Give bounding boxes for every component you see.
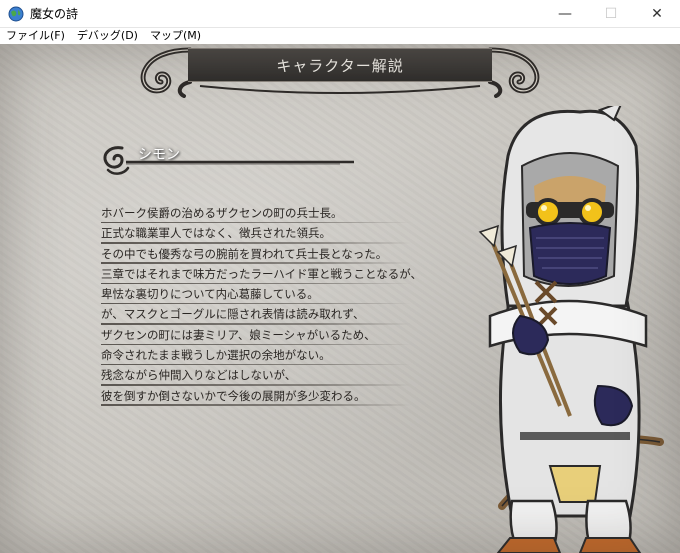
close-button[interactable]: ✕ bbox=[634, 0, 680, 28]
description-line: 卑怯な裏切りについて内心葛藤している。 bbox=[101, 285, 441, 305]
description-line: ザクセンの町には妻ミリア、娘ミーシャがいるため、 bbox=[101, 326, 441, 346]
globe-icon bbox=[8, 6, 24, 21]
window-titlebar[interactable]: 魔女の詩 — ☐ ✕ bbox=[0, 0, 680, 28]
character-name-header: シモン bbox=[100, 140, 360, 180]
maximize-button[interactable]: ☐ bbox=[588, 0, 634, 28]
description-line: 三章ではそれまで味方だったラーハイド軍と戦うことなるが、 bbox=[101, 265, 441, 285]
menu-bar: ファイル(F) デバッグ(D) マップ(M) bbox=[0, 28, 680, 44]
menu-file[interactable]: ファイル(F) bbox=[0, 28, 71, 44]
banner-title: キャラクター解説 bbox=[276, 56, 404, 75]
character-portrait bbox=[478, 106, 664, 553]
description-line: 残念ながら仲間入りなどはしないが、 bbox=[101, 366, 441, 386]
description-line: が、マスクとゴーグルに隠され表情は読み取れず、 bbox=[101, 305, 441, 326]
description-line: 正式な職業軍人ではなく、徴兵された領兵。 bbox=[101, 224, 441, 244]
window-controls: — ☐ ✕ bbox=[542, 0, 680, 28]
window-title: 魔女の詩 bbox=[30, 7, 79, 21]
character-description: ホバーク侯爵の治めるザクセンの町の兵士長。 正式な職業軍人ではなく、徴兵された領… bbox=[101, 204, 441, 407]
game-screen[interactable]: キャラクター解説 シモン ホバーク侯爵の治めるザクセンの町の兵士長。 正式な職業… bbox=[0, 44, 680, 553]
header-banner: キャラクター解説 bbox=[140, 44, 540, 98]
description-line: 命令されたまま戦うしか選択の余地がない。 bbox=[101, 346, 441, 366]
minimize-button[interactable]: — bbox=[542, 0, 588, 28]
description-line: ホバーク侯爵の治めるザクセンの町の兵士長。 bbox=[101, 204, 441, 224]
menu-debug[interactable]: デバッグ(D) bbox=[71, 28, 144, 44]
character-name: シモン bbox=[138, 147, 180, 163]
menu-map[interactable]: マップ(M) bbox=[144, 28, 207, 44]
description-line: その中でも優秀な弓の腕前を買われて兵士長となった。 bbox=[101, 245, 441, 265]
banner-plate: キャラクター解説 bbox=[188, 48, 492, 82]
description-line: 彼を倒すか倒さないかで今後の展開が多少変わる。 bbox=[101, 387, 441, 407]
